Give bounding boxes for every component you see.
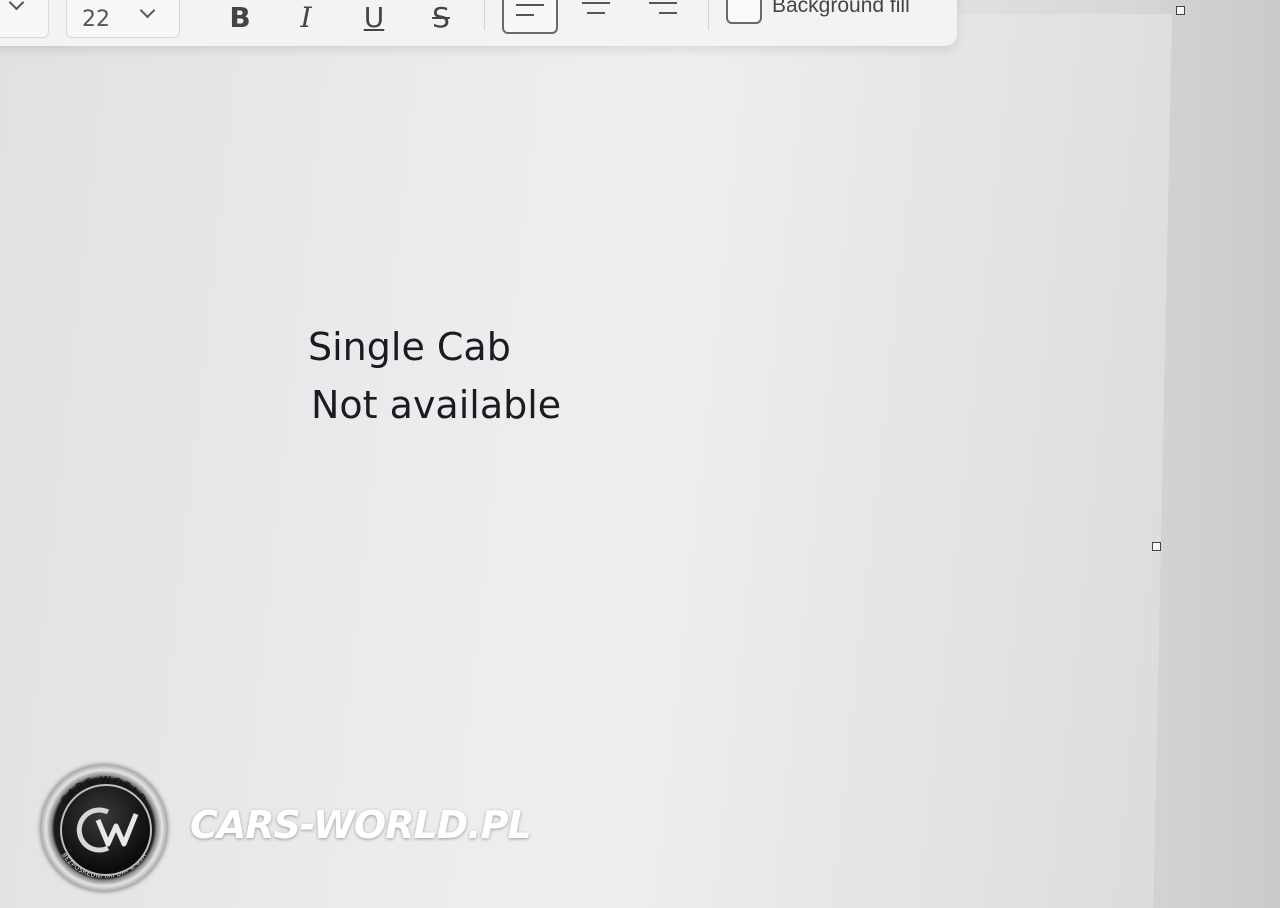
font-family-dropdown[interactable]	[0, 0, 49, 38]
align-left-button[interactable]	[502, 0, 558, 34]
align-center-button[interactable]	[570, 0, 622, 30]
underline-icon: U	[363, 1, 385, 34]
window-background	[1160, 0, 1280, 908]
text-line-2: Not available	[311, 383, 562, 427]
resize-handle-right[interactable]	[1152, 542, 1161, 551]
chevron-down-icon	[139, 2, 156, 19]
text-line-1: Single Cab	[308, 325, 511, 369]
toolbar-divider	[484, 0, 485, 30]
logo-emblem	[60, 784, 152, 876]
text-box[interactable]: Single Cab Not available	[308, 318, 561, 434]
formatting-toolbar: 22 B I U S Background fill	[0, 0, 957, 46]
underline-button[interactable]: U	[350, 0, 398, 32]
resize-handle-top-right[interactable]	[1176, 6, 1185, 15]
bold-button[interactable]: B	[216, 0, 264, 32]
italic-icon: I	[300, 1, 312, 34]
strikethrough-icon: S	[432, 1, 450, 34]
bold-icon: B	[229, 1, 251, 34]
font-size-dropdown[interactable]: 22	[66, 0, 180, 38]
chevron-down-icon	[8, 0, 25, 11]
italic-button[interactable]: I	[282, 0, 330, 32]
toolbar-divider	[708, 0, 709, 30]
background-fill-label: Background fill	[772, 0, 910, 17]
cw-mark-icon	[76, 807, 139, 853]
strikethrough-button[interactable]: S	[417, 0, 465, 32]
cars-world-logo: CARS-WORLD BEZPOŚREDNI IMPORT Z USA	[40, 764, 168, 892]
align-right-button[interactable]	[637, 0, 689, 30]
document-canvas[interactable]	[0, 14, 1173, 908]
brand-watermark-text: CARS-WORLD.PL	[190, 803, 532, 847]
background-fill-checkbox[interactable]	[726, 0, 762, 24]
font-size-value: 22	[82, 7, 110, 32]
